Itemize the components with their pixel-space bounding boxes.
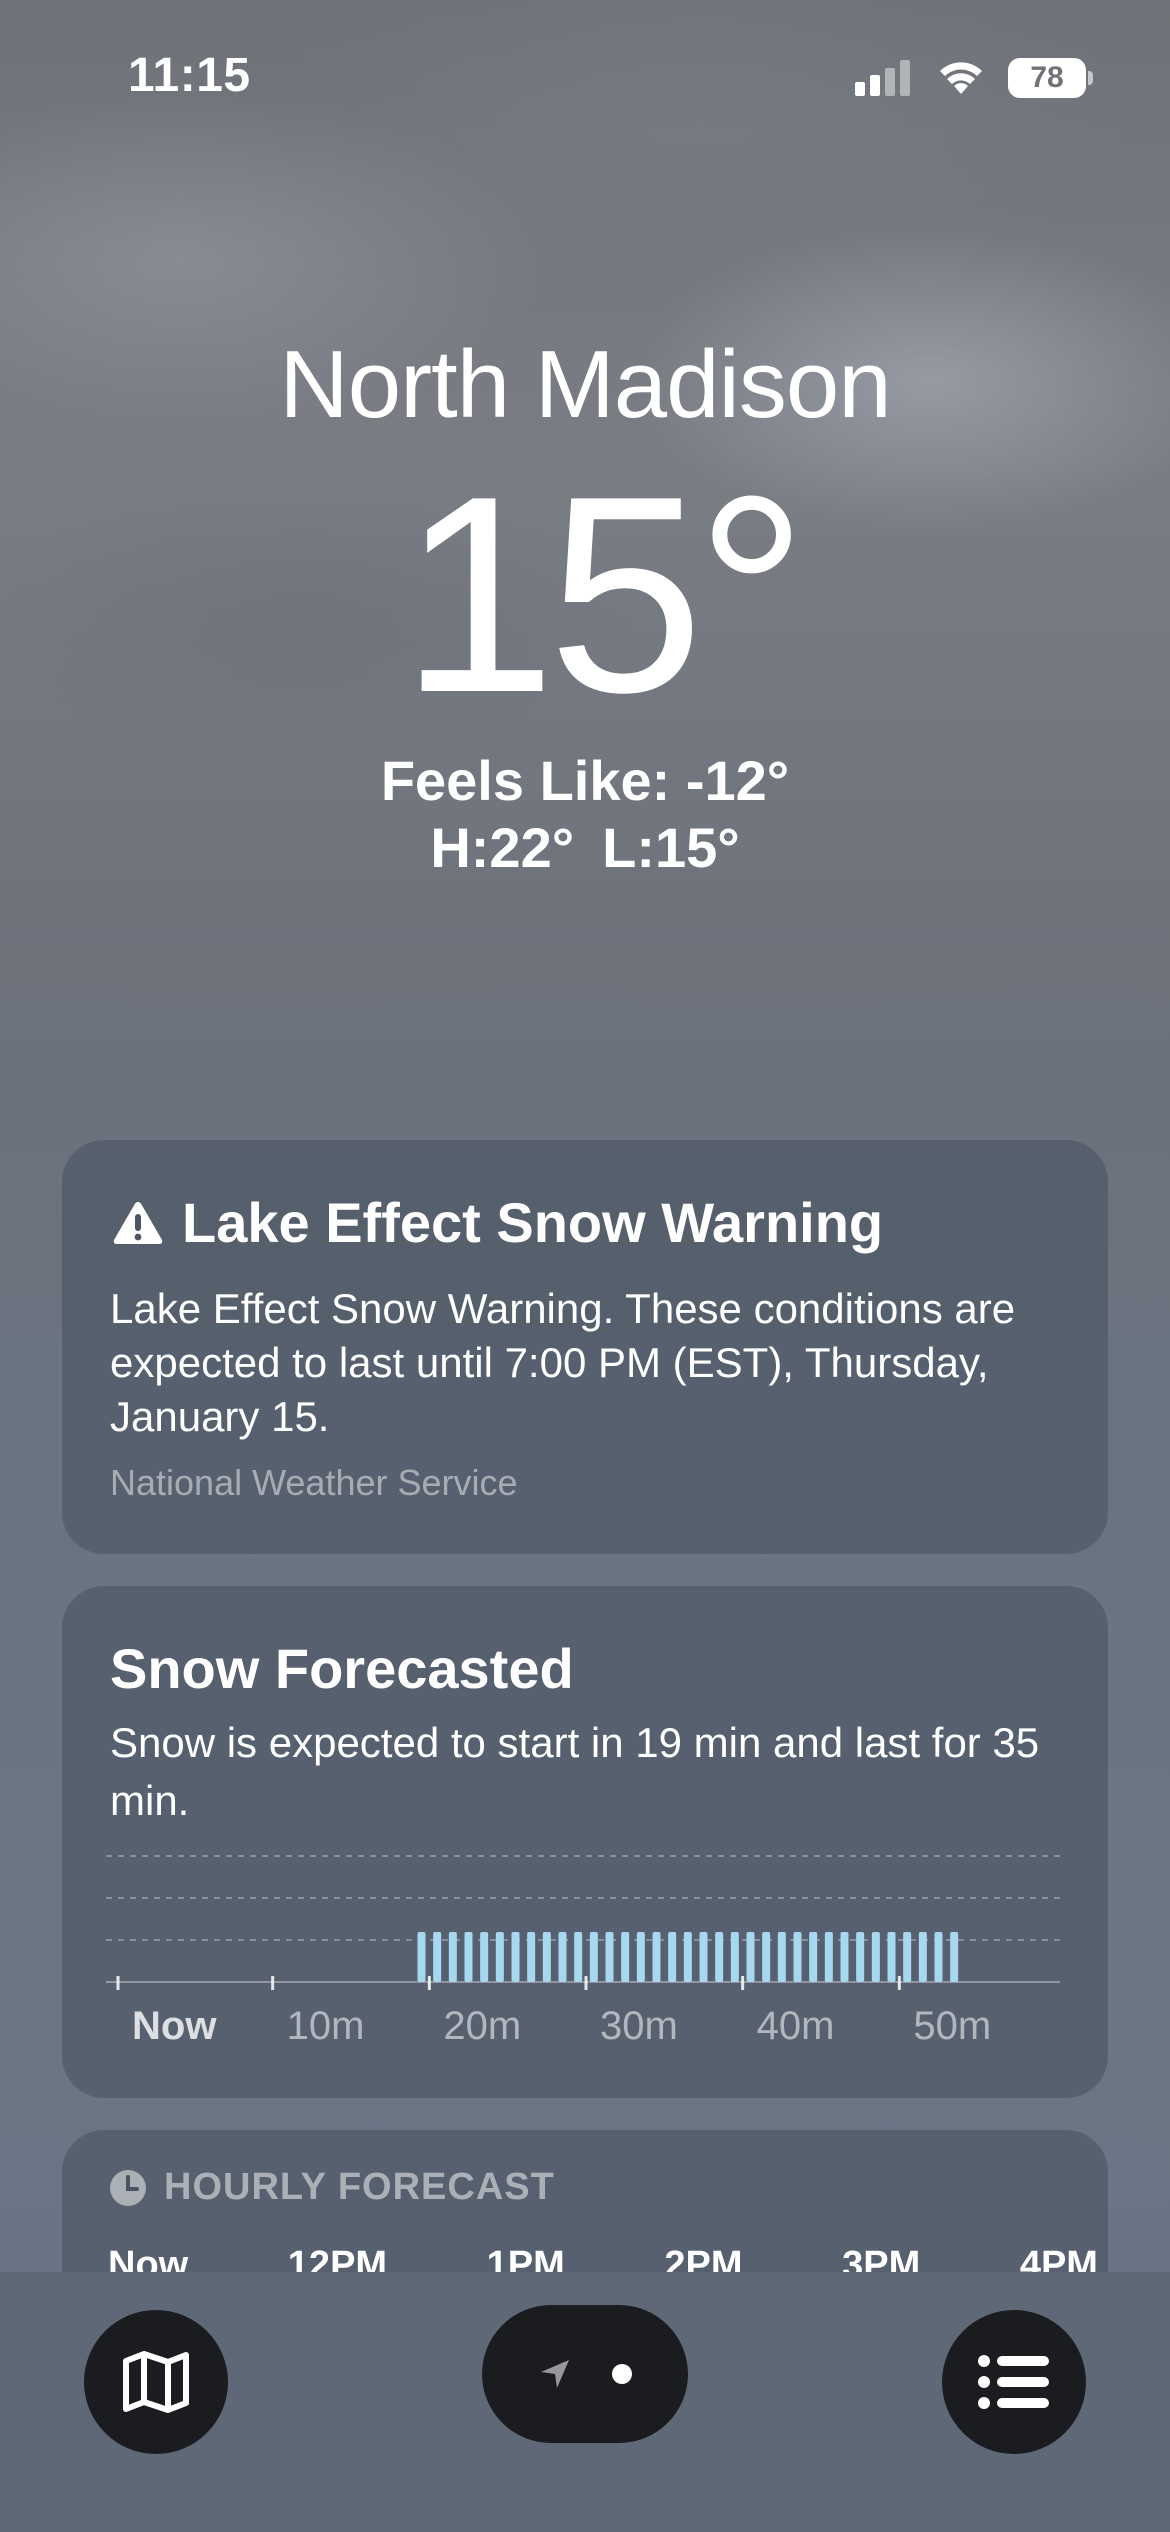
map-icon [123, 2351, 189, 2413]
snow-bar [824, 1932, 833, 1982]
battery-cap [1088, 71, 1093, 85]
snow-bar [746, 1932, 755, 1982]
low-temp: L:15° [602, 816, 740, 879]
precipitation-title: Snow Forecasted [110, 1637, 574, 1700]
chart-time-label: 50m [913, 2004, 991, 2048]
location-list-button[interactable] [942, 2310, 1086, 2454]
snow-bar [918, 1932, 927, 1982]
snow-bar [887, 1932, 896, 1982]
snow-bar [683, 1932, 692, 1982]
snow-bar [699, 1932, 708, 1982]
current-temperature: 15° [400, 439, 807, 751]
chart-time-label: Now [132, 2004, 217, 2048]
hourly-title: HOURLY FORECAST [164, 2166, 555, 2208]
snow-bar [511, 1932, 520, 1982]
map-button[interactable] [84, 2310, 228, 2454]
snow-bar [840, 1932, 849, 1982]
severe-weather-alert-card[interactable]: Lake Effect Snow Warning Lake Effect Sno… [62, 1140, 1108, 1554]
clock-icon [110, 2169, 146, 2206]
snow-bar [777, 1932, 786, 1982]
status-bar: 11:15 78 [0, 0, 1170, 150]
snow-bar [668, 1932, 677, 1982]
chart-time-label: 40m [757, 2004, 835, 2048]
snow-bar [448, 1932, 457, 1982]
hourly-header: HOURLY FORECAST [108, 2166, 555, 2209]
cellular-signal-icon [855, 60, 915, 96]
snow-bar [605, 1932, 614, 1982]
snow-bar [636, 1932, 645, 1982]
snow-bar [542, 1932, 551, 1982]
snow-bar [809, 1932, 818, 1982]
snow-bar [574, 1932, 583, 1982]
snow-bar [715, 1932, 724, 1982]
snow-bar [621, 1932, 630, 1982]
snow-bar [856, 1932, 865, 1982]
snow-bar [871, 1932, 880, 1982]
snow-bar [950, 1932, 959, 1982]
precipitation-description: Snow is expected to start in 19 min and … [110, 1719, 1040, 1824]
snow-bar [417, 1932, 426, 1982]
warning-icon [113, 1201, 163, 1244]
location-name: North Madison [279, 331, 891, 438]
snow-bar [495, 1932, 504, 1982]
snow-bar [433, 1932, 442, 1982]
snow-bar [762, 1932, 771, 1982]
location-pager[interactable] [482, 2305, 688, 2443]
precipitation-chart: Now 10m 20m 30m 40m 50m [106, 1855, 1060, 2048]
chart-time-label: 10m [287, 2004, 365, 2048]
page-indicator-dot [612, 2364, 632, 2384]
snow-bar [527, 1932, 536, 1982]
chart-time-label: 30m [600, 2004, 678, 2048]
snow-bar [589, 1932, 598, 1982]
snow-bar [903, 1932, 912, 1982]
snow-bar [793, 1932, 802, 1982]
current-location-arrow-icon [541, 2360, 569, 2388]
wifi-icon [940, 62, 982, 94]
high-low: H:22° L:15° [0, 815, 1170, 880]
precipitation-card[interactable]: Snow Forecasted Snow is expected to star… [62, 1586, 1108, 2098]
alert-title-row: Lake Effect Snow Warning [112, 1190, 883, 1255]
alert-body: Lake Effect Snow Warning. These conditio… [110, 1285, 1016, 1440]
alert-title: Lake Effect Snow Warning [182, 1191, 884, 1254]
chart-time-label: 20m [443, 2004, 521, 2048]
status-time: 11:15 [128, 49, 251, 102]
list-icon [978, 2355, 1049, 2409]
feels-like: Feels Like: -12° [380, 749, 790, 812]
snow-bar [652, 1932, 661, 1982]
snow-bar [934, 1932, 943, 1982]
battery-icon: 78 [1008, 58, 1086, 98]
snow-bar [558, 1932, 567, 1982]
high-temp: H:22° [430, 816, 575, 879]
snow-bar [464, 1932, 473, 1982]
snow-bar [480, 1932, 489, 1982]
alert-source: National Weather Service [110, 1462, 518, 1503]
snow-bar [730, 1932, 739, 1982]
